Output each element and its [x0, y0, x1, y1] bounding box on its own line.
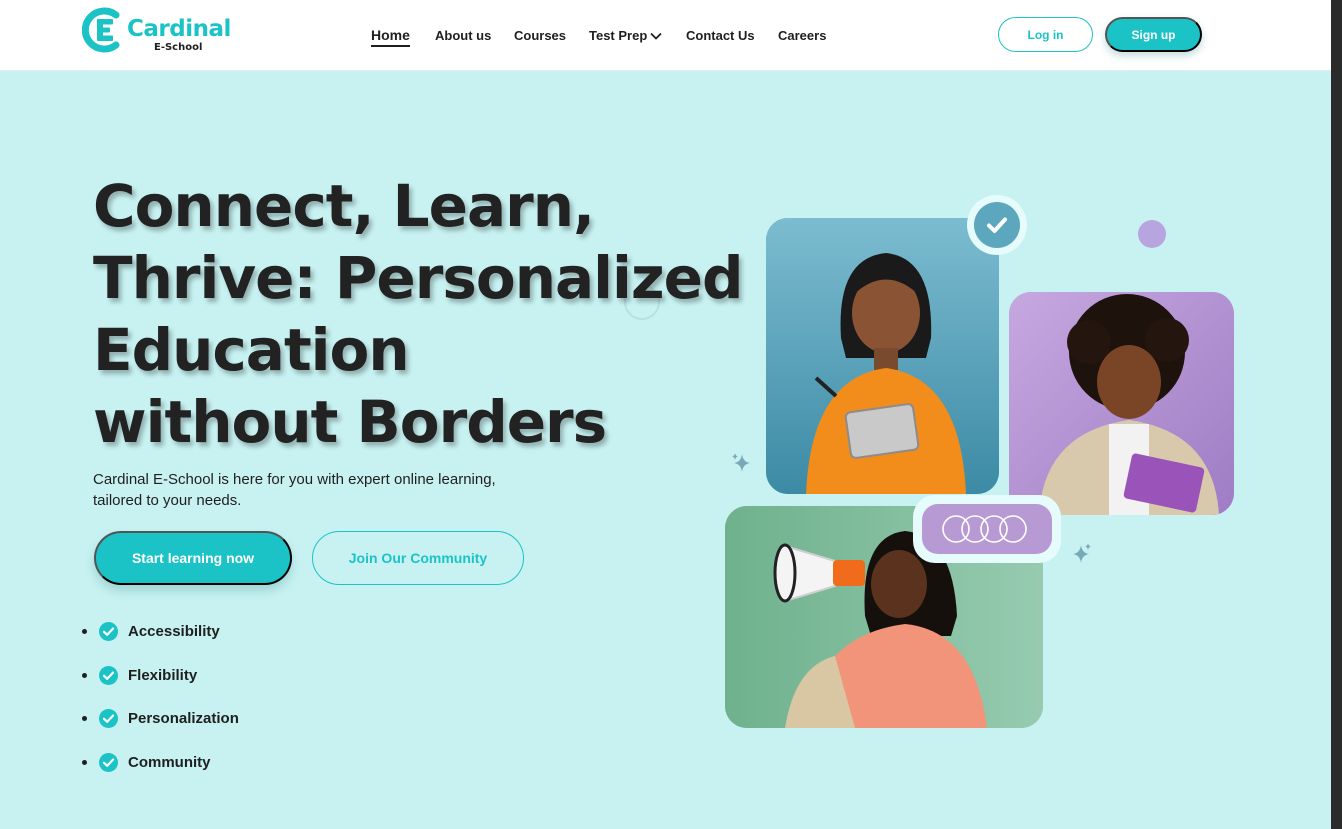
- logo-icon: [82, 7, 120, 53]
- nav-about-us[interactable]: About us: [435, 28, 491, 43]
- join-community-button[interactable]: Join Our Community: [312, 531, 524, 585]
- nav-test-prep[interactable]: Test Prep: [589, 28, 662, 43]
- hero-title-line-1: Connect, Learn,: [93, 172, 595, 240]
- feature-label: Personalization: [128, 710, 239, 727]
- login-button[interactable]: Log in: [998, 17, 1093, 52]
- rings-panel: [922, 504, 1052, 554]
- hero-title-line-3: Education: [93, 316, 410, 384]
- hero-title: Connect, Learn, Thrive: Personalized Edu…: [93, 170, 744, 458]
- check-badge: [967, 195, 1027, 255]
- student-photo-notebook: [1009, 292, 1234, 515]
- brand-name: Cardinal: [127, 16, 231, 42]
- feature-label: Accessibility: [128, 623, 220, 640]
- sparkle-icon: [1073, 543, 1091, 563]
- nav-home[interactable]: Home: [371, 27, 410, 47]
- chevron-down-icon: [650, 32, 662, 40]
- check-circle-icon: [99, 622, 118, 641]
- start-learning-button[interactable]: Start learning now: [94, 531, 292, 585]
- hero-subtitle: Cardinal E-School is here for you with e…: [93, 471, 496, 509]
- signup-button[interactable]: Sign up: [1105, 17, 1202, 52]
- hero-title-line-2: Thrive: Personalized: [93, 244, 744, 312]
- rings-icon: [942, 515, 1027, 543]
- sparkle-icon: [732, 453, 750, 472]
- decorative-dot: [1138, 220, 1166, 248]
- brand-subtitle: E-School: [154, 42, 203, 53]
- nav-careers[interactable]: Careers: [778, 28, 826, 43]
- check-circle-icon: [99, 709, 118, 728]
- site-header: Cardinal E-School Home About us Courses …: [0, 0, 1331, 71]
- nav-test-prep-label: Test Prep: [589, 28, 648, 43]
- site-logo[interactable]: Cardinal E-School: [82, 7, 242, 55]
- student-photo-tablet: [766, 218, 999, 494]
- hero-title-line-4: without Borders: [93, 388, 607, 456]
- nav-courses[interactable]: Courses: [514, 28, 566, 43]
- rings-card: [913, 495, 1061, 563]
- check-circle-icon: [99, 666, 118, 685]
- nav-contact-us[interactable]: Contact Us: [686, 28, 755, 43]
- check-circle-icon: [974, 202, 1020, 248]
- check-circle-icon: [99, 753, 118, 772]
- feature-label: Flexibility: [128, 667, 198, 684]
- feature-label: Community: [128, 754, 211, 771]
- window-edge: [1331, 0, 1342, 829]
